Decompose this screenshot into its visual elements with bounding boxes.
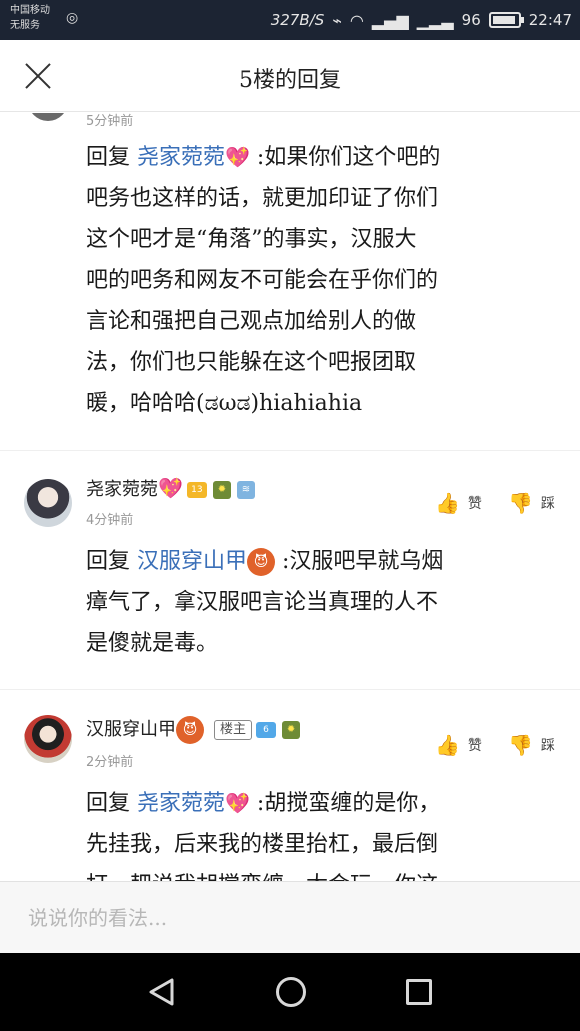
reply-text-line: :汉服吧早就乌烟	[275, 549, 444, 574]
divider	[0, 689, 580, 690]
page-title: 5楼的回复	[239, 68, 341, 93]
avatar[interactable]	[24, 479, 72, 527]
like-label: 赞	[467, 496, 482, 512]
net-speed: 327B/S	[270, 11, 325, 29]
username[interactable]: 尧家菀菀💖 13 ✹ ≋	[86, 475, 255, 501]
level-badge: 13	[186, 482, 207, 498]
medal-icon: ✹	[282, 721, 301, 739]
reply-line: 回复 尧家菀菀💖 :如果你们这个吧的	[86, 137, 556, 178]
heart-emoji: 💖	[225, 791, 250, 815]
avatar[interactable]	[24, 715, 72, 763]
reply-text-line: 言论和强把自己观点加给别人的做	[86, 309, 417, 334]
carrier-info: 中国移动 无服务	[10, 3, 50, 33]
medal-icon: ✹	[212, 481, 231, 499]
thumbs-up-icon: 👍	[435, 491, 460, 515]
devil-emoji: 😈	[247, 548, 276, 576]
username-text: 尧家菀菀	[86, 479, 158, 500]
signal-empty-icon: ▁▂▃	[416, 10, 454, 30]
thumbs-down-icon: 👎	[508, 733, 533, 757]
dislike-label: 踩	[540, 496, 555, 512]
thumbs-down-icon: 👎	[508, 491, 533, 515]
reply-text-line: :胡搅蛮缠的是你，	[249, 791, 441, 816]
mention-link[interactable]: 尧家菀菀	[137, 791, 225, 816]
reply-text-line: 瘴气了，拿汉服吧言论当真理的人不	[86, 590, 439, 615]
battery-level: 96	[461, 11, 481, 29]
username-text: 汉服穿山甲	[86, 719, 176, 740]
reply-line: 回复 汉服穿山甲 😈 :汉服吧早就乌烟	[86, 541, 556, 582]
heart-emoji: 💖	[158, 476, 183, 500]
mention-link[interactable]: 尧家菀菀	[137, 145, 225, 170]
dislike-button[interactable]: 👎 踩	[508, 733, 555, 757]
comment-time: 4分钟前	[86, 513, 134, 528]
reply-line: 回复 尧家菀菀💖 :胡搅蛮缠的是你，	[86, 783, 556, 824]
clock: 22:47	[528, 11, 572, 29]
reply-text-line: 吧务也这样的话，就更加印证了你们	[86, 186, 439, 211]
service-status: 无服务	[10, 20, 40, 31]
reply-prefix: 回复	[86, 549, 131, 574]
like-button[interactable]: 👍 赞	[435, 733, 482, 757]
reply-text-line: 打一耙说我胡搅蛮缠，太会玩，你这	[86, 865, 556, 881]
reply-text-line: 先挂我，后来我的楼里抬杠，最后倒	[86, 832, 439, 857]
comment-input-bar	[0, 881, 580, 954]
wifi-icon: ◠	[349, 10, 364, 30]
comment-input[interactable]	[0, 882, 580, 954]
battery-fill	[492, 16, 515, 24]
username[interactable]: 汉服穿山甲 😈 楼主 6 ✹	[86, 715, 301, 744]
comment-time: 5分钟前	[86, 114, 134, 129]
divider	[0, 450, 580, 451]
battery-icon	[488, 12, 524, 28]
level-badge: 6	[256, 722, 277, 738]
vibrate-icon: ⌁	[332, 10, 342, 30]
reply-text-line: 吧的吧务和网友不可能会在乎你们的	[86, 268, 439, 293]
home-icon[interactable]	[276, 977, 306, 1007]
thumbs-up-icon: 👍	[435, 733, 460, 757]
comment-header: 汉服穿山甲 😈 楼主 6 ✹ 2分钟前 👍 赞 👎 踩	[0, 715, 580, 775]
status-bar: 中国移动 无服务 ◎ 327B/S ⌁ ◠ ▂▄▆ ▁▂▃ 96 22:47	[0, 0, 580, 40]
reply-text-line: 这个吧才是“角落”的事实，汉服大	[86, 227, 417, 252]
reply-prefix: 回复	[86, 791, 131, 816]
heart-emoji: 💖	[225, 145, 250, 169]
like-label: 赞	[467, 738, 482, 754]
reply-body: 回复 尧家菀菀💖 :如果你们这个吧的 吧务也这样的话，就更加印证了你们 这个吧才…	[86, 137, 556, 424]
dislike-button[interactable]: 👎 踩	[508, 491, 555, 515]
carrier-name: 中国移动	[10, 5, 50, 16]
eye-icon: ◎	[66, 10, 79, 26]
devil-emoji: 😈	[176, 716, 204, 744]
mention-link[interactable]: 汉服穿山甲	[137, 549, 247, 574]
reply-text-line: :如果你们这个吧的	[249, 145, 441, 170]
dislike-label: 踩	[540, 738, 555, 754]
member-icon: ≋	[236, 481, 255, 499]
like-button[interactable]: 👍 赞	[435, 491, 482, 515]
recent-apps-icon[interactable]	[406, 979, 432, 1005]
reply-text-line: 法，你们也只能躲在这个吧报团取	[86, 350, 417, 375]
avatar[interactable]	[28, 113, 68, 121]
comment-body: 回复 汉服穿山甲 😈 :汉服吧早就乌烟 瘴气了，拿汉服吧言论当真理的人不 是傻就是…	[86, 541, 556, 664]
comment-header: 尧家菀菀💖 13 ✹ ≋ 4分钟前 👍 赞 👎 踩	[0, 475, 580, 535]
back-icon[interactable]	[147, 977, 177, 1007]
status-indicators: 327B/S ⌁ ◠ ▂▄▆ ▁▂▃ 96 22:47	[271, 0, 572, 40]
system-nav-bar	[0, 953, 580, 1031]
signal-icon: ▂▄▆	[371, 10, 409, 30]
owner-badge: 楼主	[214, 720, 253, 740]
comment-body: 回复 尧家菀菀💖 :胡搅蛮缠的是你， 先挂我，后来我的楼里抬杠，最后倒 打一耙说…	[86, 783, 556, 881]
header: 5楼的回复	[0, 40, 580, 112]
comment-time: 2分钟前	[86, 755, 134, 770]
reply-text-line: 暖，哈哈哈(ಡωಡ)hiahiahia	[86, 391, 363, 416]
reply-text-line: 是傻就是毒。	[86, 631, 219, 656]
reply-thread[interactable]: 5分钟前 回复 尧家菀菀💖 :如果你们这个吧的 吧务也这样的话，就更加印证了你们…	[0, 113, 580, 881]
reply-prefix: 回复	[86, 145, 131, 170]
